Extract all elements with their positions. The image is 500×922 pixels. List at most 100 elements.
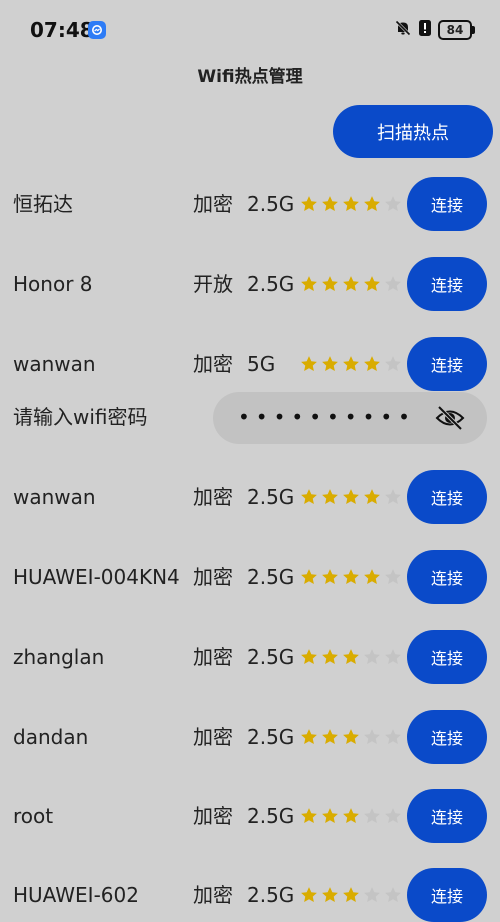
network-band: 2.5G: [247, 804, 295, 828]
signal-stars: [300, 257, 402, 311]
network-ssid: wanwan: [13, 485, 96, 509]
star-filled-icon: [301, 196, 317, 212]
star-empty-icon: [385, 729, 401, 745]
star-empty-icon: [385, 569, 401, 585]
connect-button[interactable]: 连接: [407, 630, 487, 684]
connect-button[interactable]: 连接: [407, 789, 487, 843]
network-row: wanwan 加密 5G 连接: [0, 337, 500, 391]
network-band: 2.5G: [247, 565, 295, 589]
signal-stars: [300, 868, 402, 922]
star-empty-icon: [385, 276, 401, 292]
network-row: dandan 加密 2.5G 连接: [0, 710, 500, 764]
page-title: Wifi热点管理: [197, 67, 303, 87]
network-security: 加密: [193, 565, 233, 589]
star-filled-icon: [322, 649, 338, 665]
network-band: 2.5G: [247, 485, 295, 509]
connect-button[interactable]: 连接: [407, 550, 487, 604]
star-empty-icon: [364, 649, 380, 665]
signal-stars: [300, 177, 402, 231]
star-empty-icon: [364, 808, 380, 824]
network-band: 2.5G: [247, 272, 295, 296]
app-notification-icon: [88, 21, 106, 39]
network-security: 加密: [193, 645, 233, 669]
password-input[interactable]: ••••••••••: [213, 392, 487, 444]
network-security: 加密: [193, 725, 233, 749]
star-filled-icon: [301, 729, 317, 745]
network-security: 加密: [193, 192, 233, 216]
network-row: HUAWEI-004KN4 加密 2.5G 连接: [0, 550, 500, 604]
connect-button[interactable]: 连接: [407, 710, 487, 764]
star-empty-icon: [385, 356, 401, 372]
connect-button[interactable]: 连接: [407, 257, 487, 311]
star-filled-icon: [301, 356, 317, 372]
network-row: 恒拓达 加密 2.5G 连接: [0, 177, 500, 231]
signal-stars: [300, 789, 402, 843]
star-empty-icon: [385, 887, 401, 903]
network-row: wanwan 加密 2.5G 连接: [0, 470, 500, 524]
star-filled-icon: [343, 569, 359, 585]
star-filled-icon: [343, 196, 359, 212]
network-band: 2.5G: [247, 192, 295, 216]
network-row: root 加密 2.5G 连接: [0, 789, 500, 843]
star-filled-icon: [343, 729, 359, 745]
star-filled-icon: [301, 649, 317, 665]
signal-stars: [300, 710, 402, 764]
status-bar: 07:48 84: [0, 0, 500, 62]
star-filled-icon: [301, 489, 317, 505]
connect-button[interactable]: 连接: [407, 470, 487, 524]
password-prompt-label: 请输入wifi密码: [13, 405, 148, 429]
star-filled-icon: [364, 569, 380, 585]
network-security: 开放: [193, 272, 233, 296]
status-time: 07:48: [30, 18, 94, 42]
battery-icon: 84: [438, 20, 475, 40]
star-filled-icon: [322, 196, 338, 212]
star-filled-icon: [364, 489, 380, 505]
connect-button[interactable]: 连接: [407, 337, 487, 391]
network-band: 2.5G: [247, 883, 295, 907]
signal-stars: [300, 470, 402, 524]
network-band: 2.5G: [247, 645, 295, 669]
star-empty-icon: [385, 196, 401, 212]
star-filled-icon: [301, 569, 317, 585]
network-row: HUAWEI-602 加密 2.5G 连接: [0, 868, 500, 922]
star-filled-icon: [322, 489, 338, 505]
star-filled-icon: [322, 808, 338, 824]
network-ssid: dandan: [13, 725, 89, 749]
status-icons: 84: [394, 19, 475, 41]
star-filled-icon: [301, 887, 317, 903]
star-filled-icon: [322, 356, 338, 372]
network-ssid: HUAWEI-602: [13, 883, 139, 907]
star-filled-icon: [322, 887, 338, 903]
network-security: 加密: [193, 804, 233, 828]
star-filled-icon: [322, 276, 338, 292]
network-ssid: zhanglan: [13, 645, 105, 669]
star-filled-icon: [322, 569, 338, 585]
star-filled-icon: [343, 887, 359, 903]
hide-password-icon[interactable]: [435, 404, 465, 432]
network-ssid: HUAWEI-004KN4: [13, 565, 180, 589]
star-empty-icon: [385, 808, 401, 824]
signal-stars: [300, 550, 402, 604]
star-filled-icon: [301, 808, 317, 824]
alert-icon: [418, 19, 432, 41]
network-ssid: root: [13, 804, 54, 828]
star-filled-icon: [364, 276, 380, 292]
star-empty-icon: [364, 887, 380, 903]
connect-button[interactable]: 连接: [407, 868, 487, 922]
star-filled-icon: [343, 649, 359, 665]
network-band: 5G: [247, 352, 276, 376]
star-filled-icon: [343, 276, 359, 292]
connect-button[interactable]: 连接: [407, 177, 487, 231]
star-empty-icon: [364, 729, 380, 745]
network-ssid: 恒拓达: [13, 192, 73, 216]
scan-hotspots-button[interactable]: 扫描热点: [333, 105, 493, 158]
network-row: Honor 8 开放 2.5G 连接: [0, 257, 500, 311]
star-filled-icon: [364, 356, 380, 372]
network-ssid: wanwan: [13, 352, 96, 376]
star-filled-icon: [343, 808, 359, 824]
star-filled-icon: [343, 489, 359, 505]
star-filled-icon: [301, 276, 317, 292]
mute-notifications-icon: [394, 19, 412, 41]
star-empty-icon: [385, 489, 401, 505]
network-security: 加密: [193, 883, 233, 907]
